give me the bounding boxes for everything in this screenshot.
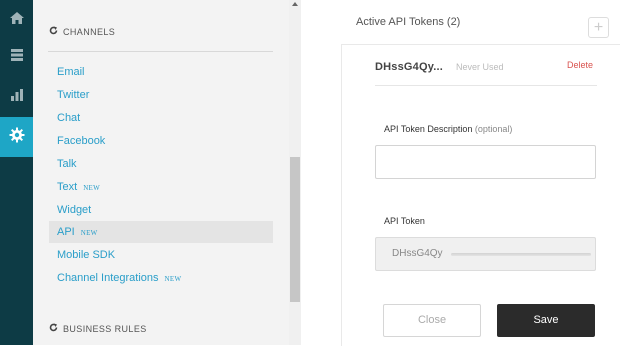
save-button[interactable]: Save	[497, 304, 595, 337]
close-button[interactable]: Close	[383, 304, 481, 337]
reporting-rail-button[interactable]	[0, 77, 33, 117]
views-rail-button[interactable]	[0, 37, 33, 77]
new-badge: NEW	[83, 184, 101, 192]
sidebar-item-chat[interactable]: Chat	[49, 107, 273, 129]
section-divider	[48, 51, 273, 52]
token-panel: DHssG4Qy... Never Used Delete API Token …	[341, 44, 620, 346]
new-badge: NEW	[80, 229, 98, 237]
sidebar-item-channel-integrations[interactable]: Channel Integrations NEW	[49, 267, 273, 289]
add-token-button[interactable]: +	[588, 17, 609, 38]
product-rail	[0, 0, 33, 345]
bar-chart-icon	[10, 88, 24, 107]
home-rail-button[interactable]	[0, 0, 33, 40]
delete-token-link[interactable]: Delete	[567, 60, 593, 70]
api-settings-main: Active API Tokens (2) + DHssG4Qy... Neve…	[301, 0, 620, 346]
sidebar-item-twitter[interactable]: Twitter	[49, 84, 273, 106]
sidebar-item-mobile-sdk[interactable]: Mobile SDK	[49, 244, 273, 266]
new-badge: NEW	[164, 275, 182, 283]
sidebar-item-api[interactable]: API NEW	[49, 221, 273, 243]
token-name[interactable]: DHssG4Qy...	[375, 61, 443, 73]
sidebar-item-text[interactable]: Text NEW	[49, 176, 273, 198]
inbox-icon	[10, 48, 24, 67]
business-rules-section-heading: BUSINESS RULES	[49, 323, 147, 334]
channels-section-heading: CHANNELS	[49, 26, 115, 37]
gear-icon	[9, 127, 25, 148]
refresh-icon	[49, 26, 58, 37]
admin-sidebar: CHANNELS Email Twitter Chat Facebook Tal…	[33, 0, 289, 345]
refresh-icon	[49, 323, 58, 334]
sidebar-item-facebook[interactable]: Facebook	[49, 130, 273, 152]
token-label: API Token	[384, 216, 425, 226]
row-divider	[375, 85, 597, 86]
sidebar-item-talk[interactable]: Talk	[49, 153, 273, 175]
active-tokens-title: Active API Tokens (2)	[356, 16, 461, 28]
description-label: API Token Description (optional)	[384, 124, 513, 134]
home-icon	[9, 11, 25, 30]
scrollbar-thumb[interactable]	[290, 157, 300, 302]
sidebar-item-widget[interactable]: Widget	[49, 199, 273, 221]
token-description-input[interactable]	[375, 145, 596, 179]
api-token-field[interactable]: DHssG4Qy	[375, 237, 596, 271]
sidebar-item-email[interactable]: Email	[49, 61, 273, 83]
token-status: Never Used	[456, 62, 504, 72]
scroll-up-arrow[interactable]	[292, 2, 298, 6]
admin-rail-button[interactable]	[0, 117, 33, 157]
token-mask	[451, 253, 591, 256]
